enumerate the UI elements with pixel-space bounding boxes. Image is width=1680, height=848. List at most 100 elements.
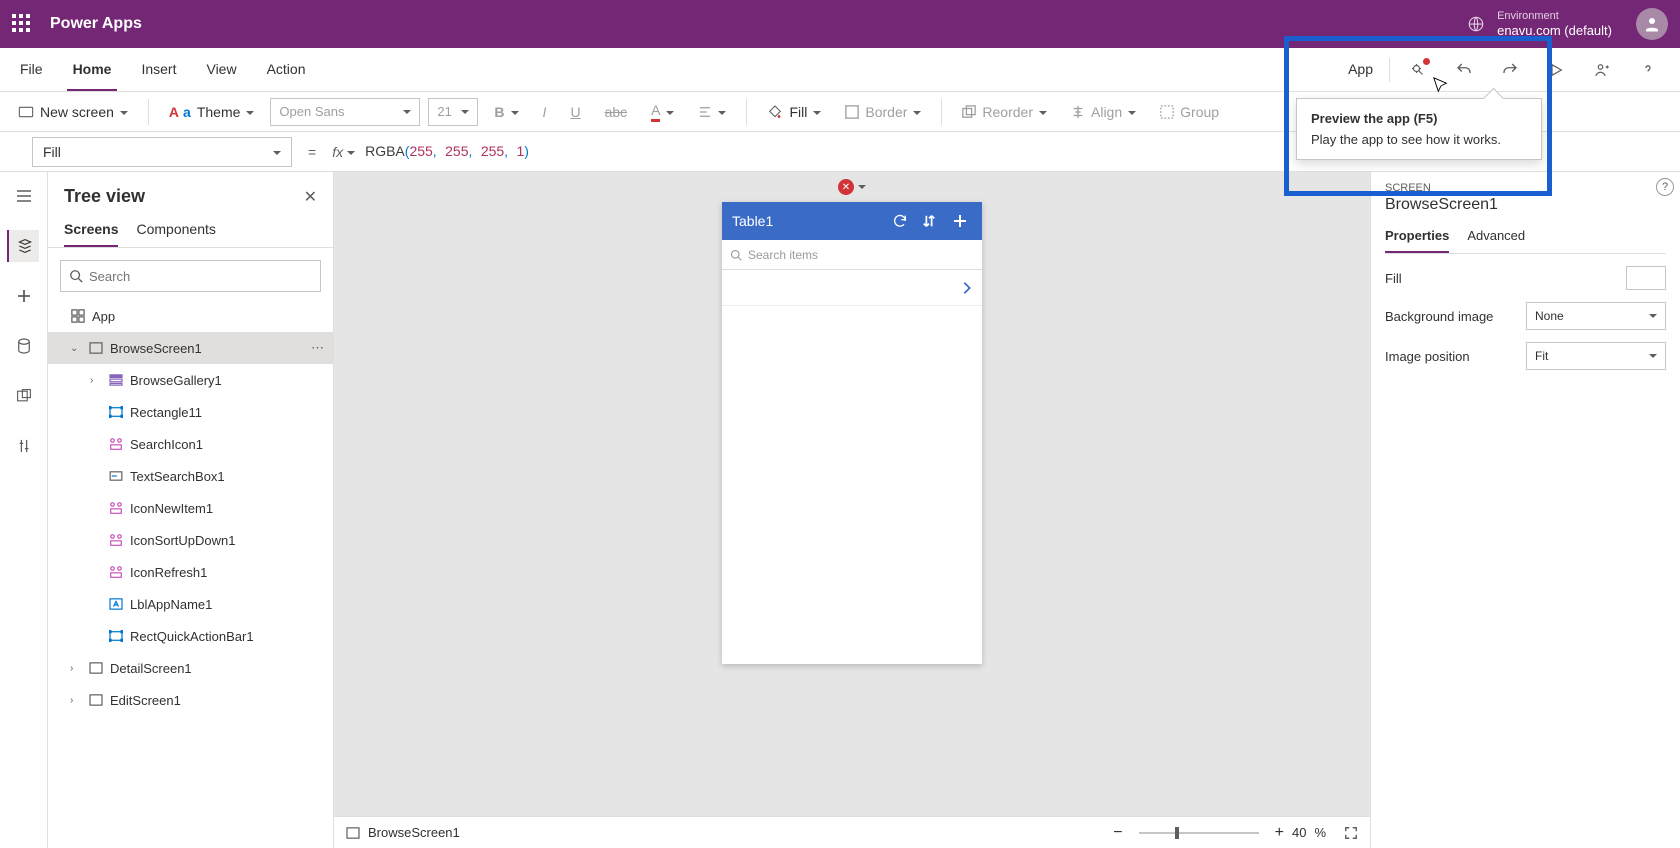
underline-button[interactable]: U — [562, 97, 588, 127]
add-icon[interactable] — [952, 213, 972, 229]
font-color-button[interactable]: A — [643, 97, 682, 127]
tab-screens[interactable]: Screens — [64, 215, 118, 247]
rail-tree-view[interactable] — [7, 230, 39, 262]
preview-button[interactable] — [1538, 52, 1574, 88]
tree-node[interactable]: ⌄BrowseScreen1⋯ — [48, 332, 333, 364]
canvas[interactable]: ✕ Table1 Search items — [334, 172, 1370, 816]
tree-node[interactable]: IconNewItem1 — [48, 492, 333, 524]
menu-action[interactable]: Action — [261, 48, 312, 91]
pane-help-icon[interactable]: ? — [1656, 178, 1674, 196]
tree-node[interactable]: SearchIcon1 — [48, 428, 333, 460]
tree-node[interactable]: IconRefresh1 — [48, 556, 333, 588]
font-size-dropdown[interactable]: 21 — [428, 98, 478, 126]
search-icon — [730, 249, 742, 261]
close-tree-button[interactable]: ✕ — [304, 187, 317, 207]
tree-node[interactable]: IconSortUpDown1 — [48, 524, 333, 556]
environment-block[interactable]: Environment enavu.com (default) — [1497, 10, 1612, 37]
tree-node[interactable]: ›DetailScreen1 — [48, 652, 333, 684]
chevron-down-icon — [813, 104, 821, 120]
fit-to-window-button[interactable] — [1344, 826, 1358, 840]
image-position-dropdown[interactable]: Fit — [1526, 342, 1666, 370]
tab-components[interactable]: Components — [136, 215, 215, 247]
canvas-error-indicator[interactable]: ✕ — [838, 178, 866, 196]
node-type-icon — [108, 596, 124, 612]
border-button[interactable]: Border — [837, 97, 929, 127]
user-avatar[interactable] — [1636, 8, 1668, 40]
property-name: Fill — [43, 144, 61, 160]
group-button[interactable]: Group — [1152, 97, 1227, 127]
undo-button[interactable] — [1446, 52, 1482, 88]
node-more-button[interactable]: ⋯ — [311, 340, 325, 356]
menu-file[interactable]: File — [14, 48, 49, 91]
tree-node[interactable]: LblAppName1 — [48, 588, 333, 620]
text-align-button[interactable] — [690, 97, 734, 127]
zoom-out-button[interactable]: − — [1113, 824, 1122, 842]
bold-button[interactable]: B — [486, 97, 526, 127]
zoom-slider[interactable] — [1139, 832, 1259, 834]
phone-header: Table1 — [722, 202, 982, 240]
tree-node[interactable]: ›BrowseGallery1 — [48, 364, 333, 396]
fx-icon[interactable]: fx — [332, 144, 355, 160]
zoom-in-button[interactable]: + — [1275, 824, 1284, 842]
new-screen-button[interactable]: New screen — [10, 97, 136, 127]
theme-button[interactable]: Aa Theme — [161, 97, 263, 127]
strikethrough-button[interactable]: abc — [597, 97, 636, 127]
phone-list-row[interactable] — [722, 270, 982, 306]
reorder-button[interactable]: Reorder — [954, 97, 1055, 127]
new-screen-label: New screen — [40, 104, 114, 120]
chevron-right-icon — [962, 281, 972, 295]
rail-insert[interactable] — [8, 280, 40, 312]
tree-list: App ⌄BrowseScreen1⋯›BrowseGallery1Rectan… — [48, 300, 333, 848]
property-selector[interactable]: Fill — [32, 137, 292, 167]
sort-icon[interactable] — [922, 213, 942, 229]
expand-chevron-icon[interactable]: › — [90, 375, 102, 386]
tree-node[interactable]: RectQuickActionBar1 — [48, 620, 333, 652]
app-settings-link[interactable]: App — [1342, 61, 1379, 79]
bg-image-dropdown[interactable]: None — [1526, 302, 1666, 330]
share-button[interactable] — [1584, 52, 1620, 88]
tab-properties[interactable]: Properties — [1385, 222, 1449, 253]
help-button[interactable] — [1630, 52, 1666, 88]
status-bar: BrowseScreen1 − + 40 % — [334, 816, 1370, 848]
redo-button[interactable] — [1492, 52, 1528, 88]
tree-node[interactable]: TextSearchBox1 — [48, 460, 333, 492]
chevron-down-icon — [461, 104, 469, 119]
rail-hamburger[interactable] — [8, 180, 40, 212]
tree-search[interactable] — [60, 260, 321, 292]
phone-preview[interactable]: Table1 Search items — [722, 202, 982, 664]
menu-insert[interactable]: Insert — [135, 48, 182, 91]
menu-bar: File Home Insert View Action App — [0, 48, 1680, 92]
app-checker-button[interactable] — [1400, 52, 1436, 88]
rail-media[interactable] — [8, 380, 40, 412]
expand-chevron-icon[interactable]: › — [70, 663, 82, 674]
refresh-icon[interactable] — [892, 213, 912, 229]
tree-node[interactable]: Rectangle11 — [48, 396, 333, 428]
status-screen-name: BrowseScreen1 — [368, 825, 460, 840]
menu-view[interactable]: View — [200, 48, 242, 91]
expand-chevron-icon[interactable]: › — [70, 695, 82, 706]
expand-chevron-icon[interactable]: ⌄ — [70, 343, 82, 354]
tree-node-app[interactable]: App — [48, 300, 333, 332]
chevron-down-icon — [1039, 104, 1047, 120]
rail-data[interactable] — [8, 330, 40, 362]
formula-function: RGBA — [365, 143, 405, 159]
fill-button[interactable]: Fill — [759, 97, 829, 127]
tree-node[interactable]: ›EditScreen1 — [48, 684, 333, 716]
menu-home[interactable]: Home — [67, 48, 118, 91]
rail-advanced-tools[interactable] — [8, 430, 40, 462]
fill-swatch[interactable] — [1626, 266, 1666, 290]
tab-advanced[interactable]: Advanced — [1467, 222, 1525, 253]
align-button-toolbar[interactable]: Align — [1063, 97, 1144, 127]
zoom-knob[interactable] — [1175, 827, 1179, 839]
font-dropdown[interactable]: Open Sans — [270, 98, 420, 126]
prop-value: None — [1535, 309, 1564, 323]
phone-search-box[interactable]: Search items — [722, 240, 982, 270]
tree-search-input[interactable] — [89, 269, 312, 284]
notification-dot-icon — [1423, 58, 1430, 65]
environment-label: Environment — [1497, 10, 1612, 22]
italic-button[interactable]: I — [535, 97, 555, 127]
canvas-area: ✕ Table1 Search items — [334, 172, 1370, 848]
app-launcher-icon[interactable] — [12, 14, 32, 34]
chevron-down-icon — [913, 104, 921, 120]
formula-input[interactable]: RGBA(255, 255, 255, 1) — [365, 143, 529, 160]
